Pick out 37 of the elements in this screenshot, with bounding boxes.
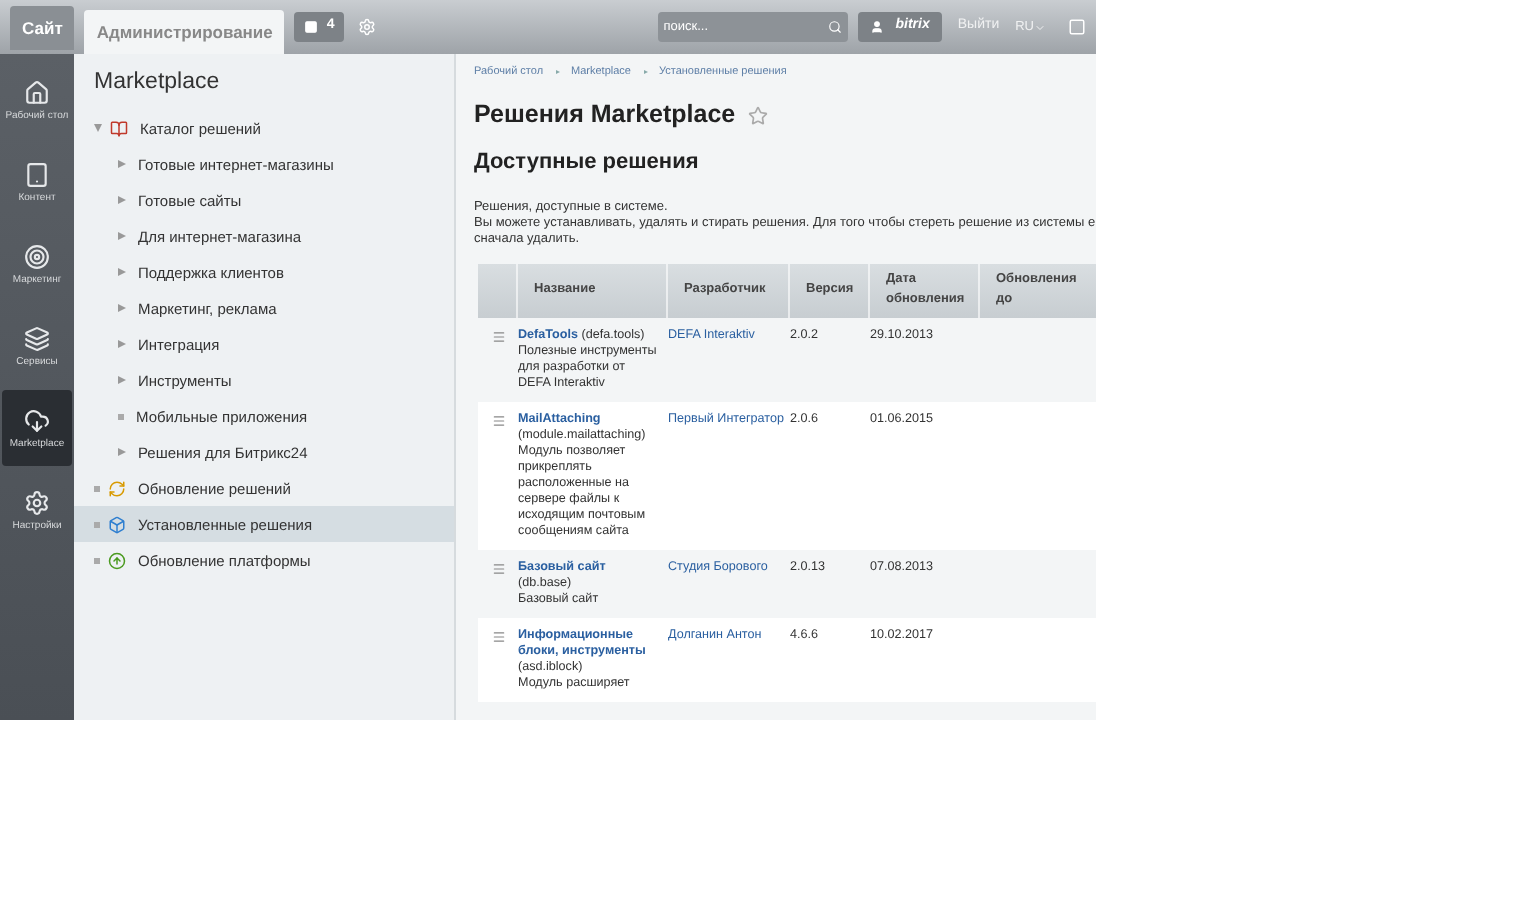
bullet-icon: [94, 485, 100, 492]
house-icon: [24, 79, 50, 105]
bullet-icon: [94, 557, 100, 564]
book-icon: [110, 119, 128, 138]
settings-icon[interactable]: [358, 18, 377, 36]
star-icon[interactable]: [747, 105, 768, 126]
collapsed-arrow-icon[interactable]: [118, 232, 126, 241]
box-icon: [108, 515, 126, 534]
window-icon[interactable]: [1068, 18, 1086, 36]
row-menu-icon[interactable]: [491, 561, 505, 575]
collapsed-arrow-icon[interactable]: [118, 304, 126, 313]
page-title: Решения Marketplace: [474, 98, 736, 133]
collapsed-arrow-icon[interactable]: [118, 196, 126, 205]
collapsed-arrow-icon[interactable]: [118, 268, 126, 277]
tablet-icon: [24, 161, 50, 187]
settings-icon: [24, 489, 50, 515]
target-icon: [24, 243, 50, 269]
refresh-icon: [108, 479, 126, 498]
upgrade-icon: [108, 551, 126, 570]
collapsed-arrow-icon[interactable]: [118, 160, 126, 169]
bullet-icon: [94, 521, 100, 528]
collapsed-arrow-icon[interactable]: [118, 448, 126, 457]
cloud-download-icon: [24, 407, 50, 433]
row-menu-icon[interactable]: [491, 329, 505, 343]
panel-title: Marketplace: [92, 68, 222, 98]
collapsed-arrow-icon[interactable]: [118, 340, 126, 349]
expanded-arrow-icon[interactable]: [94, 124, 102, 133]
section-title: Доступные решения: [474, 148, 701, 178]
bullet-icon: [118, 413, 124, 420]
search-icon: [827, 20, 842, 34]
breadcrumb-separator-icon: [643, 70, 647, 75]
layers-icon: [24, 325, 50, 351]
user-icon: [869, 20, 884, 34]
caret-icon: [1034, 21, 1046, 33]
row-menu-icon[interactable]: [491, 629, 505, 643]
collapsed-arrow-icon[interactable]: [118, 376, 126, 385]
row-menu-icon[interactable]: [491, 413, 505, 427]
